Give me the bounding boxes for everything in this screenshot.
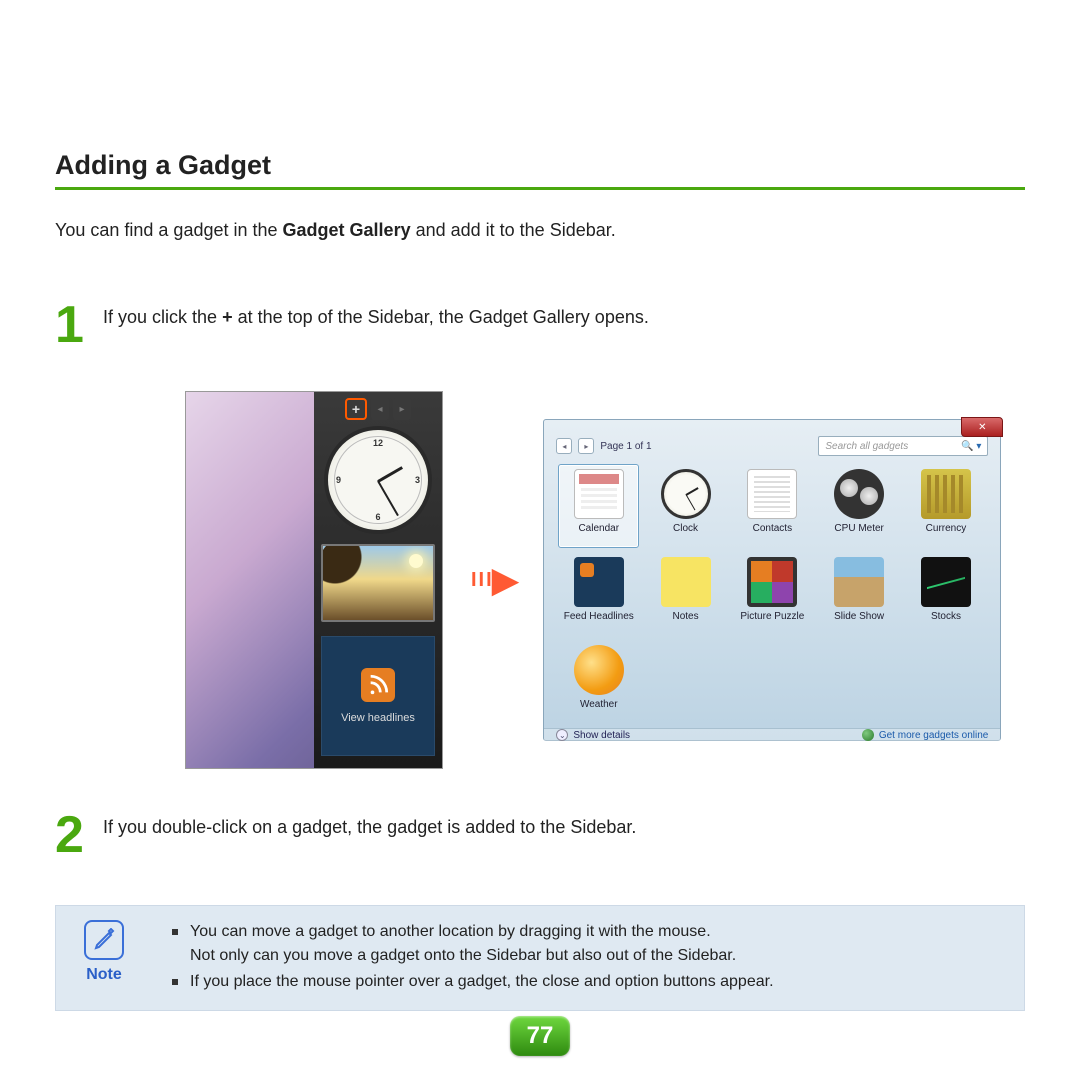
sidebar-add-gadget-button[interactable]: + <box>345 398 367 420</box>
slideshow-gadget[interactable] <box>321 544 435 622</box>
sidebar-next-button[interactable]: ▸ <box>393 398 411 420</box>
gadget-label: Notes <box>672 611 698 622</box>
contacts-icon <box>747 469 797 519</box>
gadget-label: Currency <box>926 523 967 534</box>
gadget-feed-headlines[interactable]: Feed Headlines <box>558 552 639 636</box>
step-2-text: If you double-click on a gadget, the gad… <box>103 809 636 840</box>
search-placeholder: Search all gadgets <box>825 441 908 452</box>
slide-icon <box>834 557 884 607</box>
puzzle-icon <box>747 557 797 607</box>
clock-icon <box>661 469 711 519</box>
show-details-button[interactable]: ⌄ Show details <box>556 729 630 741</box>
sidebar-prev-button[interactable]: ◂ <box>371 398 389 420</box>
rss-icon <box>361 668 395 702</box>
note-item-2: If you place the mouse pointer over a ga… <box>172 970 774 994</box>
gadget-label: CPU Meter <box>834 523 883 534</box>
feed-label: View headlines <box>341 712 415 724</box>
gadget-currency[interactable]: Currency <box>906 464 987 548</box>
gadget-label: Clock <box>673 523 698 534</box>
intro-post: and add it to the Sidebar. <box>411 220 616 240</box>
cal-icon <box>574 469 624 519</box>
pager-next-button[interactable]: ▸ <box>578 438 594 454</box>
gadget-label: Stocks <box>931 611 961 622</box>
note-box: Note You can move a gadget to another lo… <box>55 905 1025 1011</box>
clock-gadget[interactable]: 12 3 6 9 <box>324 426 432 534</box>
gadget-contacts[interactable]: Contacts <box>732 464 813 548</box>
gadget-label: Feed Headlines <box>564 611 634 622</box>
step-2: 2 If you double-click on a gadget, the g… <box>55 809 1025 861</box>
gadget-weather[interactable]: Weather <box>558 640 639 724</box>
gadget-label: Weather <box>580 699 618 710</box>
intro-text: You can find a gadget in the Gadget Gall… <box>55 218 1025 243</box>
step-1: 1 If you click the + at the top of the S… <box>55 299 1025 351</box>
page-number: 77 <box>510 1016 570 1056</box>
stocks-icon <box>921 557 971 607</box>
gadget-label: Contacts <box>753 523 792 534</box>
gadget-cpu-meter[interactable]: CPU Meter <box>819 464 900 548</box>
weather-icon <box>574 645 624 695</box>
intro-pre: You can find a gadget in the <box>55 220 283 240</box>
note-item-1: You can move a gadget to another locatio… <box>172 920 774 968</box>
search-icon: 🔍 ▾ <box>961 441 981 452</box>
gadget-label: Picture Puzzle <box>740 611 804 622</box>
search-input[interactable]: Search all gadgets 🔍 ▾ <box>818 436 988 456</box>
note-list: You can move a gadget to another locatio… <box>172 920 774 996</box>
cpu-icon <box>834 469 884 519</box>
intro-bold: Gadget Gallery <box>283 220 411 240</box>
arrow-right-icon: III▶ <box>471 559 515 601</box>
chevron-down-icon: ⌄ <box>556 729 568 741</box>
gadget-slide-show[interactable]: Slide Show <box>819 552 900 636</box>
pager-prev-button[interactable]: ◂ <box>556 438 572 454</box>
step-2-number: 2 <box>55 809 95 861</box>
section-title: Adding a Gadget <box>55 150 1025 190</box>
gadget-clock[interactable]: Clock <box>645 464 726 548</box>
gadget-calendar[interactable]: Calendar <box>558 464 639 548</box>
currency-icon <box>921 469 971 519</box>
get-more-gadgets-link[interactable]: Get more gadgets online <box>862 729 989 741</box>
step-1-number: 1 <box>55 299 95 351</box>
pager-label: Page 1 of 1 <box>600 441 651 452</box>
gadget-stocks[interactable]: Stocks <box>906 552 987 636</box>
gadget-label: Slide Show <box>834 611 884 622</box>
gadget-label: Calendar <box>578 523 619 534</box>
gadget-notes[interactable]: Notes <box>645 552 726 636</box>
figure-gadget-gallery: ✕ ◂ ▸ Page 1 of 1 Search all gadgets 🔍 ▾… <box>543 419 1001 741</box>
close-button[interactable]: ✕ <box>961 417 1003 437</box>
feed-gadget[interactable]: View headlines <box>321 636 435 756</box>
gadget-picture-puzzle[interactable]: Picture Puzzle <box>732 552 813 636</box>
figure-sidebar: + ◂ ▸ 12 3 6 9 View headlines <box>185 391 443 769</box>
notes-icon <box>661 557 711 607</box>
step-1-text: If you click the + at the top of the Sid… <box>103 299 649 330</box>
note-label: Note <box>86 966 122 984</box>
feed-icon <box>574 557 624 607</box>
globe-icon <box>862 729 874 741</box>
note-icon <box>84 920 124 960</box>
